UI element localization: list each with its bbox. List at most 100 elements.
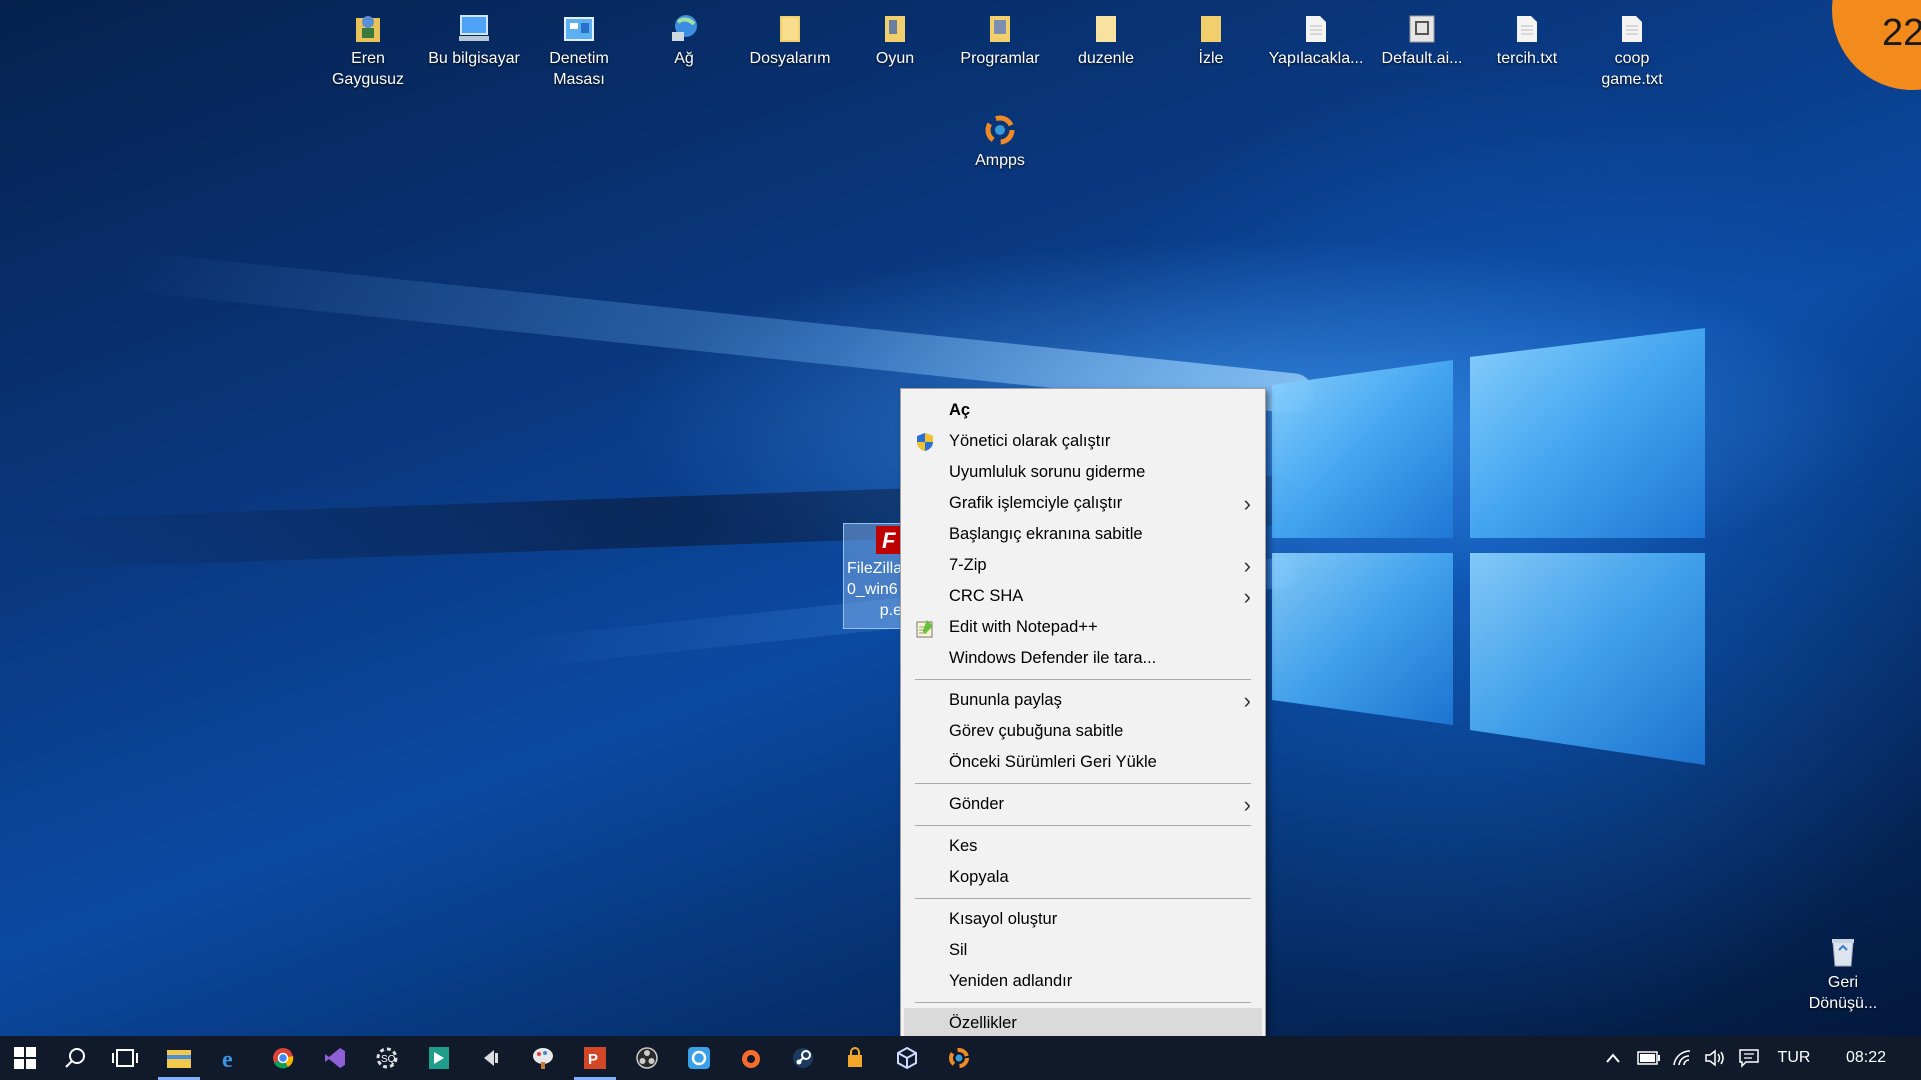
desktop-icon-izle[interactable]: İzle bbox=[1161, 10, 1261, 69]
tray-battery[interactable] bbox=[1634, 1036, 1664, 1080]
menu-item-label: Yeniden adlandır bbox=[949, 972, 1073, 990]
taskbar-app-generic[interactable] bbox=[414, 1036, 464, 1080]
desktop-icon-label: Bu bilgisayar bbox=[428, 50, 520, 67]
menu-item-troubleshoot[interactable]: Uyumluluk sorunu giderme bbox=[901, 457, 1265, 488]
desktop-icon-dosyalarim[interactable]: Dosyalarım bbox=[740, 10, 840, 69]
taskbar-app-virtualbox[interactable] bbox=[882, 1036, 932, 1080]
tray-language[interactable]: TUR bbox=[1774, 1036, 1814, 1080]
menu-item-cut[interactable]: Kes bbox=[901, 831, 1265, 862]
taskbar-app-edge[interactable]: e bbox=[206, 1036, 256, 1080]
desktop-icon-denetim-masasi[interactable]: Denetim Masası bbox=[529, 10, 629, 90]
task-view-button[interactable] bbox=[100, 1036, 150, 1080]
app-icon bbox=[688, 1047, 710, 1069]
menu-item-pin-start[interactable]: Başlangıç ekranına sabitle bbox=[901, 519, 1265, 550]
menu-item-create-shortcut[interactable]: Kısayol oluştur bbox=[901, 904, 1265, 935]
desktop-icon-programlar[interactable]: Programlar bbox=[950, 10, 1050, 69]
menu-item-label: Grafik işlemciyle çalıştır bbox=[949, 494, 1123, 512]
taskbar-app-origin[interactable] bbox=[726, 1036, 776, 1080]
taskbar-app-blue[interactable] bbox=[674, 1036, 724, 1080]
desktop-icon-label: Denetim Masası bbox=[549, 50, 609, 88]
svg-text:F: F bbox=[882, 528, 896, 553]
desktop-icon-label: coop game.txt bbox=[1601, 50, 1663, 88]
desktop-icon-duzenle[interactable]: duzenle bbox=[1056, 10, 1156, 69]
desktop-icon-coop-game[interactable]: coop game.txt bbox=[1582, 10, 1682, 90]
notepad-plus-plus-icon bbox=[916, 620, 933, 638]
desktop-icon-bu-bilgisayar[interactable]: Bu bilgisayar bbox=[424, 10, 524, 69]
menu-item-pin-taskbar[interactable]: Görev çubuğuna sabitle bbox=[901, 716, 1265, 747]
taskbar-app-sql[interactable]: SQ bbox=[362, 1036, 412, 1080]
taskbar-app-file-explorer[interactable] bbox=[154, 1036, 204, 1080]
desktop-icon-label: Geri Dönüşü... bbox=[1808, 974, 1878, 1012]
menu-item-defender[interactable]: Windows Defender ile tara... bbox=[901, 643, 1265, 674]
battery-icon bbox=[1637, 1051, 1660, 1065]
volume-icon bbox=[1705, 1049, 1724, 1067]
tray-show-hidden[interactable] bbox=[1600, 1036, 1626, 1080]
folder-icon bbox=[780, 16, 800, 42]
menu-item-open[interactable]: Aç bbox=[901, 395, 1265, 426]
menu-item-label: 7-Zip bbox=[949, 556, 987, 574]
taskbar-app-orange[interactable] bbox=[830, 1036, 880, 1080]
menu-item-send-to[interactable]: Gönder › bbox=[901, 789, 1265, 820]
paint-icon bbox=[533, 1048, 553, 1069]
search-button[interactable] bbox=[50, 1036, 100, 1080]
menu-item-label: Yönetici olarak çalıştır bbox=[949, 432, 1111, 450]
menu-item-7zip[interactable]: 7-Zip › bbox=[901, 550, 1265, 581]
desktop-icon-label: Eren Gaygusuz bbox=[331, 50, 405, 88]
menu-item-label: Başlangıç ekranına sabitle bbox=[949, 525, 1143, 543]
desktop-icon-ag[interactable]: Ağ bbox=[634, 10, 734, 69]
filezilla-label-line1: FileZilla bbox=[847, 560, 903, 577]
desktop-icon-tercih[interactable]: tercih.txt bbox=[1477, 10, 1577, 69]
menu-item-rename[interactable]: Yeniden adlandır bbox=[901, 966, 1265, 997]
menu-item-copy[interactable]: Kopyala bbox=[901, 862, 1265, 893]
menu-item-properties[interactable]: Özellikler bbox=[904, 1008, 1262, 1039]
menu-separator bbox=[915, 898, 1251, 899]
folder-icon bbox=[990, 16, 1010, 42]
desktop-icon-label: tercih.txt bbox=[1496, 50, 1558, 67]
tray-action-center[interactable] bbox=[1734, 1036, 1764, 1080]
menu-separator bbox=[915, 1002, 1251, 1003]
chevron-right-icon: › bbox=[1243, 491, 1251, 516]
menu-item-label: Kopyala bbox=[949, 868, 1009, 886]
menu-item-crc-sha[interactable]: CRC SHA › bbox=[901, 581, 1265, 612]
menu-item-graphics[interactable]: Grafik işlemciyle çalıştır › bbox=[901, 488, 1265, 519]
chevron-right-icon: › bbox=[1243, 688, 1251, 713]
menu-item-delete[interactable]: Sil bbox=[901, 935, 1265, 966]
start-icon bbox=[14, 1047, 36, 1069]
tray-volume[interactable] bbox=[1700, 1036, 1730, 1080]
desktop-icon-yapilacaklar[interactable]: Yapılacakla... bbox=[1266, 10, 1366, 69]
menu-item-label: Kısayol oluştur bbox=[949, 910, 1058, 928]
taskbar-app-powerpoint[interactable]: P bbox=[570, 1036, 620, 1080]
desktop-icon-ampps[interactable]: Ampps bbox=[950, 112, 1050, 171]
tray-clock[interactable]: 08:22 bbox=[1836, 1036, 1896, 1080]
taskbar-app-media[interactable] bbox=[466, 1036, 516, 1080]
file-icon bbox=[1409, 15, 1435, 43]
taskbar-app-obs[interactable] bbox=[622, 1036, 672, 1080]
menu-item-run-as-admin[interactable]: Yönetici olarak çalıştır bbox=[901, 426, 1265, 457]
desktop-icon-oyun[interactable]: Oyun bbox=[845, 10, 945, 69]
menu-item-label: Önceki Sürümleri Geri Yükle bbox=[949, 753, 1157, 771]
taskbar-app-steam[interactable] bbox=[778, 1036, 828, 1080]
desktop-icon-label: İzle bbox=[1198, 50, 1224, 67]
desktop-icon-label: Ampps bbox=[975, 152, 1025, 169]
desktop-icon-label: duzenle bbox=[1077, 50, 1135, 67]
desktop-icon-filezilla[interactable]: F FileZilla 0_win6 p.e bbox=[843, 523, 905, 629]
taskbar-app-visual-studio[interactable] bbox=[310, 1036, 360, 1080]
menu-item-label: Windows Defender ile tara... bbox=[949, 649, 1157, 667]
menu-item-label: Özellikler bbox=[949, 1014, 1017, 1032]
obs-icon bbox=[636, 1047, 658, 1069]
menu-item-restore-versions[interactable]: Önceki Sürümleri Geri Yükle bbox=[901, 747, 1265, 778]
desktop-icon-default-ai[interactable]: Default.ai... bbox=[1372, 10, 1472, 69]
network-icon bbox=[672, 15, 697, 41]
menu-item-label: Sil bbox=[949, 941, 968, 959]
desktop-icon-recycle-bin[interactable]: Geri Dönüşü... bbox=[1793, 934, 1893, 1014]
taskbar-app-chrome[interactable] bbox=[258, 1036, 308, 1080]
menu-item-share[interactable]: Bununla paylaş › bbox=[901, 685, 1265, 716]
taskbar-app-ampps[interactable] bbox=[934, 1036, 984, 1080]
start-button[interactable] bbox=[0, 1036, 50, 1080]
svg-text:SQ: SQ bbox=[381, 1054, 396, 1065]
tray-network[interactable] bbox=[1668, 1036, 1698, 1080]
uac-shield-icon bbox=[917, 433, 933, 451]
desktop-icon-eren-gaygusuz[interactable]: Eren Gaygusuz bbox=[318, 10, 418, 90]
menu-item-notepad[interactable]: Edit with Notepad++ bbox=[901, 612, 1265, 643]
taskbar-app-paint[interactable] bbox=[518, 1036, 568, 1080]
